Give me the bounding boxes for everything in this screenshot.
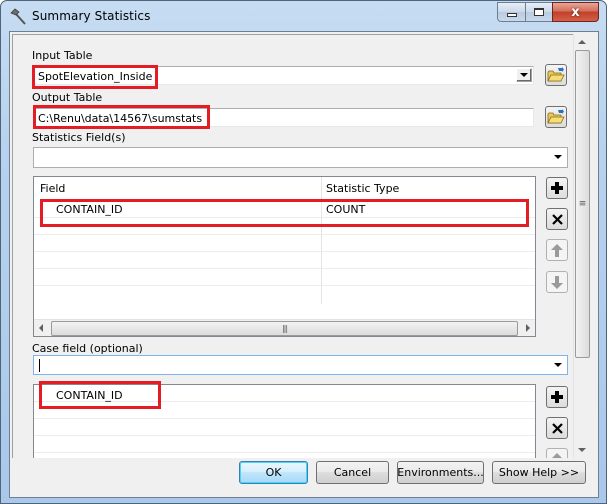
grip-icon: ||| <box>281 324 288 333</box>
plus-icon <box>551 391 563 403</box>
table-row[interactable] <box>34 286 535 303</box>
input-table-dropdown-button[interactable] <box>516 68 532 82</box>
text-cursor <box>39 359 40 372</box>
chevron-down-icon <box>554 155 562 159</box>
environments-button[interactable]: Environments... <box>397 461 484 484</box>
window-title: Summary Statistics <box>32 9 151 23</box>
output-table-input[interactable]: C:\Renu\data\14567\sumstats <box>33 108 534 127</box>
vertical-scroll-thumb[interactable]: ≡ <box>575 50 590 358</box>
case-move-up-button[interactable] <box>546 448 568 458</box>
title-bar[interactable]: Summary Statistics x <box>1 1 606 33</box>
row-statistic-type-cell[interactable]: COUNT <box>326 203 365 216</box>
dialog-client-area: Input Table SpotElevation_Inside Output … <box>9 31 599 498</box>
list-item[interactable] <box>34 419 535 436</box>
list-item[interactable] <box>34 436 535 453</box>
close-button[interactable]: x <box>552 2 599 22</box>
delete-x-icon <box>551 213 563 225</box>
ok-button[interactable]: OK <box>239 461 308 484</box>
vertical-scrollbar[interactable]: ≡ <box>573 34 590 458</box>
show-help-button[interactable]: Show Help >> <box>492 461 586 484</box>
scroll-up-icon[interactable] <box>578 40 586 44</box>
add-case-field-button[interactable] <box>546 386 568 408</box>
chevron-down-icon <box>554 363 562 367</box>
add-statistic-button[interactable] <box>546 177 568 199</box>
arrow-up-icon <box>551 452 563 458</box>
column-header-statistic-type[interactable]: Statistic Type <box>326 182 399 195</box>
statistics-field-dropdown-button[interactable] <box>552 151 564 163</box>
table-row[interactable] <box>34 235 535 252</box>
table-row[interactable]: CONTAIN_ID COUNT <box>34 201 535 218</box>
move-down-button[interactable] <box>546 271 568 293</box>
statistics-fields-label: Statistics Field(s) <box>32 131 126 144</box>
case-field-combobox[interactable] <box>33 355 568 375</box>
cancel-button[interactable]: Cancel <box>316 461 389 484</box>
horizontal-scrollbar[interactable]: ||| <box>34 319 535 336</box>
case-field-item[interactable]: CONTAIN_ID <box>56 389 123 402</box>
column-header-field[interactable]: Field <box>40 182 65 195</box>
maximize-button[interactable] <box>525 2 552 22</box>
caption-buttons: x <box>497 2 599 22</box>
output-table-value: C:\Renu\data\14567\sumstats <box>38 112 203 125</box>
parameters-pane: Input Table SpotElevation_Inside Output … <box>12 34 574 458</box>
table-header: Field Statistic Type <box>34 177 535 195</box>
delete-x-icon <box>551 422 563 434</box>
remove-case-field-button[interactable] <box>546 417 568 439</box>
row-field-cell[interactable]: CONTAIN_ID <box>56 203 123 216</box>
minimize-icon <box>506 13 517 17</box>
horizontal-scroll-thumb[interactable]: ||| <box>51 321 518 336</box>
open-folder-icon <box>547 109 565 124</box>
open-folder-icon <box>547 67 565 82</box>
arrow-up-icon <box>551 243 563 257</box>
input-table-combobox[interactable]: SpotElevation_Inside <box>33 66 534 85</box>
move-up-button[interactable] <box>546 239 568 261</box>
table-row[interactable] <box>34 218 535 235</box>
remove-statistic-button[interactable] <box>546 208 568 230</box>
hammer-icon <box>10 8 28 26</box>
plus-icon <box>551 182 563 194</box>
scroll-right-icon[interactable] <box>526 324 530 332</box>
input-table-browse-button[interactable] <box>545 64 567 86</box>
statistics-fields-table: Field Statistic Type CONTAIN_ID COUNT ||… <box>33 176 536 337</box>
table-row[interactable] <box>34 269 535 286</box>
grip-icon: ≡ <box>578 198 587 209</box>
input-table-value: SpotElevation_Inside <box>38 70 153 83</box>
statistics-field-combobox[interactable] <box>33 147 568 168</box>
summary-statistics-window: Summary Statistics x Input Table SpotEle… <box>0 0 607 504</box>
list-item[interactable]: CONTAIN_ID <box>34 385 535 402</box>
arrow-down-icon <box>551 275 563 289</box>
case-field-dropdown-button[interactable] <box>552 359 564 371</box>
case-field-label: Case field (optional) <box>32 342 143 355</box>
output-table-browse-button[interactable] <box>545 106 567 128</box>
scroll-left-icon[interactable] <box>39 324 43 332</box>
output-table-label: Output Table <box>32 91 103 104</box>
list-item[interactable] <box>34 402 535 419</box>
input-table-label: Input Table <box>32 49 93 62</box>
table-row[interactable] <box>34 252 535 269</box>
case-fields-list: CONTAIN_ID <box>33 384 536 458</box>
scroll-down-icon[interactable] <box>578 448 586 452</box>
close-icon: x <box>571 4 580 20</box>
minimize-button[interactable] <box>497 2 525 22</box>
chevron-down-icon <box>520 73 528 77</box>
maximize-icon <box>534 8 544 16</box>
